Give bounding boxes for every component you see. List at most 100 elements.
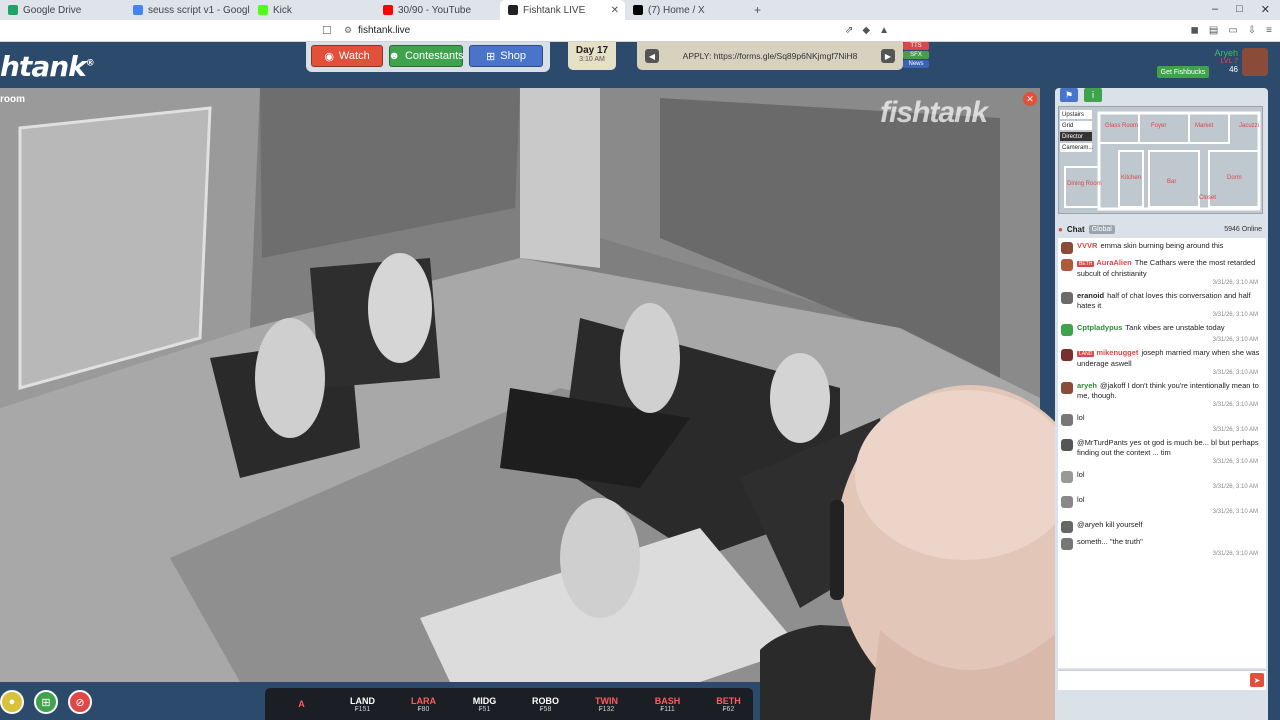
bookmark-icon[interactable]: ☐ <box>322 24 332 37</box>
minimize-icon[interactable]: – <box>1212 3 1218 16</box>
chat-avatar[interactable] <box>1061 292 1073 304</box>
chat-timestamp: 3/31/26, 3:10 AM <box>1212 509 1258 515</box>
alert-icon[interactable]: ▲ <box>879 25 889 36</box>
map-tab-icon[interactable]: ⚑ <box>1060 88 1078 102</box>
chat-label[interactable]: Chat <box>1067 225 1085 234</box>
chat-avatar[interactable] <box>1061 471 1073 483</box>
chat-message[interactable]: LAND mikenugget joseph married mary when s… <box>1058 345 1266 370</box>
map-nav-director[interactable]: Director <box>1060 132 1092 141</box>
chat-messages[interactable]: VVVR emma skin burning being around this B… <box>1058 238 1266 668</box>
watch-button[interactable]: ◉ Watch <box>311 45 383 67</box>
chat-text: Tank vibes are unstable today <box>1125 323 1225 332</box>
close-video-icon[interactable]: ✕ <box>1023 92 1037 106</box>
maximize-icon[interactable]: □ <box>1236 3 1243 16</box>
sidebar-icon[interactable]: ▤ <box>1209 25 1218 36</box>
chat-message[interactable]: @MrTurdPants yes ot god is much be... bl… <box>1058 435 1266 459</box>
wallet-icon[interactable]: ▭ <box>1228 25 1237 36</box>
send-icon[interactable]: ➤ <box>1250 673 1264 687</box>
map-nav-cameraman[interactable]: Cameram... <box>1060 143 1093 152</box>
ticker-count: ₣80 <box>417 705 430 713</box>
browser-tab[interactable]: Google Drive <box>0 0 125 20</box>
info-tab-icon[interactable]: ⅰ <box>1084 88 1102 102</box>
chat-avatar[interactable] <box>1061 349 1073 361</box>
chat-avatar[interactable] <box>1061 496 1073 508</box>
ticker-item[interactable]: LAND ₣151 <box>332 696 393 713</box>
chat-message[interactable]: BETH AuraAlien The Cathars were the most r… <box>1058 255 1266 280</box>
chat-message[interactable]: @aryeh kill yourself <box>1058 517 1266 534</box>
chat-avatar[interactable] <box>1061 414 1073 426</box>
chat-username[interactable]: Cptpladypus <box>1077 323 1122 332</box>
ticker-item[interactable]: A <box>271 699 332 709</box>
news-button[interactable]: News <box>903 60 929 68</box>
map-nav-upstairs[interactable]: Upstairs <box>1060 110 1092 119</box>
day-label: Day 17 <box>575 45 609 56</box>
ticker-item[interactable]: BETH ₣62 <box>698 696 753 713</box>
share-icon[interactable]: ⇗ <box>845 25 853 36</box>
browser-tab[interactable]: Kick <box>250 0 375 20</box>
tts-button[interactable]: TTS <box>903 42 929 50</box>
chat-avatar[interactable] <box>1061 521 1073 533</box>
chat-username[interactable]: mikenugget <box>1096 348 1138 357</box>
tab-close-icon[interactable]: ✕ <box>611 5 619 16</box>
chat-avatar[interactable] <box>1061 538 1073 550</box>
chat-message[interactable]: someth... "the truth" <box>1058 534 1266 551</box>
ticker-count: ₣62 <box>722 705 735 713</box>
cart-icon: ⊞ <box>486 50 496 63</box>
chat-timestamp: 3/31/26, 3:10 AM <box>1212 551 1258 557</box>
chat-username[interactable]: eranoid <box>1077 291 1104 300</box>
ticker-item[interactable]: TWIN ₣132 <box>576 696 637 713</box>
chat-text: lol <box>1077 413 1085 422</box>
ticker-item[interactable]: BASH ₣111 <box>637 696 698 713</box>
get-fishbucks-button[interactable]: Get Fishbucks <box>1157 66 1209 78</box>
close-icon[interactable]: ✕ <box>1261 3 1270 16</box>
chat-message[interactable]: aryeh @jakoff I don't think you're intent… <box>1058 378 1266 402</box>
username[interactable]: Aryeh <box>1200 48 1238 58</box>
site-info-icon[interactable]: ⚙ <box>344 25 352 36</box>
chat-username[interactable]: AuraAlien <box>1096 258 1131 267</box>
browser-tab[interactable]: (7) Home / X <box>625 0 750 20</box>
browser-tab[interactable]: 30/90 - YouTube <box>375 0 500 20</box>
chat-avatar[interactable] <box>1061 259 1073 271</box>
block-icon[interactable]: ⊘ <box>68 690 92 714</box>
map-nav-grid[interactable]: Grid <box>1060 121 1092 130</box>
next-arrow-icon[interactable]: ▶ <box>881 49 895 63</box>
menu-icon[interactable]: ≡ <box>1266 25 1272 36</box>
chat-avatar[interactable] <box>1061 242 1073 254</box>
ticker-item[interactable]: MIDG ₣51 <box>454 696 515 713</box>
trash-icon[interactable]: ⊞ <box>34 690 58 714</box>
chat-message-body: Cptpladypus Tank vibes are unstable today <box>1077 323 1225 336</box>
prev-arrow-icon[interactable]: ◀ <box>645 49 659 63</box>
chat-avatar[interactable] <box>1061 382 1073 394</box>
browser-tab-bar: Google Drive seuss script v1 - Google Doc… <box>0 0 1280 20</box>
new-tab-icon[interactable]: + <box>754 3 761 17</box>
fishtank-logo[interactable]: htank® <box>0 50 95 83</box>
chat-input[interactable] <box>1058 670 1266 690</box>
browser-tab[interactable]: seuss script v1 - Google Docs <box>125 0 250 20</box>
chat-message[interactable]: VVVR emma skin burning being around this <box>1058 238 1266 255</box>
ticker-count: ₣151 <box>354 705 371 713</box>
contestants-button[interactable]: ☻ Contestants <box>388 45 464 67</box>
chat-message[interactable]: lol <box>1058 467 1266 484</box>
coin-icon[interactable]: ● <box>0 690 24 714</box>
chat-message[interactable]: lol <box>1058 492 1266 509</box>
chat-avatar[interactable] <box>1061 439 1073 451</box>
shield-icon[interactable]: ◆ <box>862 25 870 36</box>
chat-message[interactable]: eranoid half of chat loves this conversat… <box>1058 288 1266 312</box>
extension-icon[interactable]: ◼ <box>1191 25 1199 36</box>
chat-username[interactable]: VVVR <box>1077 241 1097 250</box>
url-field[interactable]: fishtank.live <box>358 25 410 36</box>
chat-message[interactable]: lol <box>1058 410 1266 427</box>
download-icon[interactable]: ⇩ <box>1248 25 1256 36</box>
sfx-button[interactable]: SFX <box>903 51 929 59</box>
user-level: LVL 7 <box>1220 58 1238 65</box>
shop-button[interactable]: ⊞ Shop <box>469 45 543 67</box>
chat-avatar[interactable] <box>1061 324 1073 336</box>
ticker-item[interactable]: LARA ₣80 <box>393 696 454 713</box>
ticker-item[interactable]: ROBO ₣58 <box>515 696 576 713</box>
chat-message[interactable]: Cptpladypus Tank vibes are unstable today <box>1058 320 1266 337</box>
browser-tab[interactable]: Fishtank LIVE ✕ <box>500 0 625 20</box>
chat-username[interactable]: aryeh <box>1077 381 1097 390</box>
global-tab[interactable]: Global <box>1088 224 1115 234</box>
apply-link[interactable]: APPLY: https://forms.gle/Sq89p6NKjmgf7Ni… <box>683 51 858 61</box>
avatar[interactable] <box>1242 48 1268 76</box>
